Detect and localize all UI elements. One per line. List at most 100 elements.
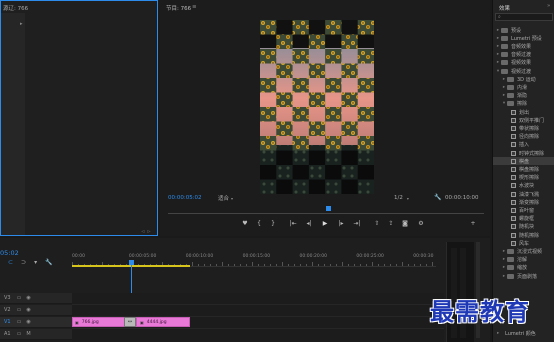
effects-folder[interactable]: ▸ 沉浸式视频: [493, 247, 554, 255]
program-monitor-tab[interactable]: 节目: 766: [166, 4, 191, 12]
eye-icon[interactable]: ◉: [26, 319, 30, 325]
effects-folder[interactable]: ▸ 音频效果: [493, 42, 554, 50]
effect-icon: [511, 199, 516, 205]
program-menu-icon[interactable]: ≡: [192, 4, 197, 10]
eye-icon[interactable]: ◉: [26, 307, 30, 313]
effect-icon: [511, 158, 516, 164]
effect-icon: [511, 207, 516, 213]
quality-dropdown[interactable]: 1/2 ▾: [394, 194, 424, 202]
effects-folder[interactable]: ▸ 缩放: [493, 264, 554, 272]
timeline-settings-icon[interactable]: 🔧: [45, 259, 52, 267]
lock-icon[interactable]: ▭: [17, 331, 22, 337]
linked-select-icon[interactable]: ⊃: [21, 259, 26, 267]
effect-item[interactable]: 插入: [493, 141, 554, 149]
program-scrub-bar[interactable]: [168, 206, 484, 214]
wrench-icon[interactable]: 🔧: [434, 194, 441, 201]
track-header-v1[interactable]: V1 ▭ ◉: [0, 317, 72, 328]
lumetri-color-tab[interactable]: Lumetri 颜色: [505, 330, 536, 337]
track-header-v3[interactable]: V3 ▭ ◉: [0, 293, 72, 304]
effect-item[interactable]: 水波块: [493, 182, 554, 190]
settings-icon[interactable]: ⚙: [416, 220, 426, 227]
ruler-tick: [408, 264, 409, 266]
effect-item[interactable]: 带状擦除: [493, 124, 554, 132]
effect-item[interactable]: 楔形擦除: [493, 174, 554, 182]
lock-icon[interactable]: ▭: [17, 295, 22, 301]
effects-folder[interactable]: ▾ 擦除: [493, 100, 554, 108]
effects-folder[interactable]: ▾ 视频过渡: [493, 67, 554, 75]
mute-icon[interactable]: M: [26, 331, 30, 337]
step-back-icon[interactable]: ◂|: [304, 220, 314, 227]
folder-icon: [501, 27, 508, 33]
lift-icon[interactable]: ⇧: [372, 220, 382, 227]
go-to-out-icon[interactable]: ⇥|: [352, 220, 362, 227]
snap-icon[interactable]: ⊂: [8, 259, 13, 267]
add-marker-icon[interactable]: ▾: [34, 259, 37, 267]
clip-766[interactable]: ▣ 766.jpg: [72, 317, 130, 327]
step-forward-icon[interactable]: |▸: [336, 220, 346, 227]
ruler-tick: [312, 262, 313, 266]
effects-folder[interactable]: ▸ 溶解: [493, 256, 554, 264]
expand-arrow-icon[interactable]: ▸: [20, 21, 23, 27]
effect-item[interactable]: 渐变擦除: [493, 198, 554, 206]
add-button-icon[interactable]: +: [468, 220, 478, 227]
effect-item[interactable]: 棋盘擦除: [493, 165, 554, 173]
clip-4444[interactable]: ▣ 4444.jpg: [136, 317, 190, 327]
ruler-tick: [192, 262, 193, 266]
camera-icon[interactable]: ◙: [400, 220, 410, 227]
effect-item[interactable]: 百叶窗: [493, 206, 554, 214]
fit-dropdown[interactable]: 适合 ▾: [218, 194, 246, 203]
eye-icon[interactable]: ◉: [26, 295, 30, 301]
effects-folder[interactable]: ▸ 渐隐: [493, 92, 554, 100]
play-icon[interactable]: ▶: [320, 220, 330, 227]
ruler-tick: [414, 264, 415, 266]
effect-item[interactable]: 双侧平推门: [493, 116, 554, 124]
effect-item[interactable]: 随机擦除: [493, 231, 554, 239]
transition-checkerboard[interactable]: ↔: [124, 317, 136, 327]
scroll-indicator-icon[interactable]: ⊲ ⊳: [141, 229, 151, 235]
effect-item[interactable]: 风车: [493, 239, 554, 247]
mark-out-icon[interactable]: }: [268, 220, 278, 227]
ruler-tick: [384, 264, 385, 266]
effects-folder[interactable]: ▸ 预设: [493, 26, 554, 34]
effect-item[interactable]: 时钟式擦除: [493, 149, 554, 157]
marker-icon[interactable]: ♥: [240, 220, 250, 227]
effects-search-box[interactable]: ⌕: [495, 13, 553, 21]
effects-tab[interactable]: 效果: [499, 4, 510, 12]
effect-icon: [511, 216, 516, 222]
timeline-timecode[interactable]: 05:02: [0, 249, 19, 257]
track-header-v2[interactable]: V2 ▭ ◉: [0, 305, 72, 316]
search-input[interactable]: [500, 14, 549, 20]
track-header-a1[interactable]: A1 ▭ M: [0, 329, 72, 340]
go-to-in-icon[interactable]: |⇤: [288, 220, 298, 227]
folder-icon: [501, 35, 508, 41]
extract-icon[interactable]: ⇪: [386, 220, 396, 227]
effect-item[interactable]: 随机块: [493, 223, 554, 231]
effect-label: 插入: [519, 142, 530, 149]
checker-square: [325, 78, 342, 93]
lock-icon[interactable]: ▭: [17, 307, 22, 313]
effect-item[interactable]: 径向擦除: [493, 133, 554, 141]
checker-square: [292, 49, 309, 64]
effects-menu-icon[interactable]: »: [547, 3, 550, 9]
mark-in-icon[interactable]: {: [254, 220, 264, 227]
timeline-panel: 05:02 ⊂ ⊃ ▾ 🔧 00:00 00:00:05:00 00:00:10:0…: [0, 238, 490, 342]
effect-item[interactable]: 油漆飞溅: [493, 190, 554, 198]
program-current-timecode[interactable]: 00:00:05:02: [168, 195, 202, 201]
effect-item[interactable]: 螺旋框: [493, 215, 554, 223]
effects-folder[interactable]: ▸ Lumetri 预设: [493, 34, 554, 42]
ruler-tick: [396, 264, 397, 266]
playhead-marker[interactable]: [326, 206, 331, 211]
effects-folder[interactable]: ▸ 内滑: [493, 83, 554, 91]
effects-folder[interactable]: ▸ 页面剥落: [493, 272, 554, 280]
lock-icon[interactable]: ▭: [17, 319, 22, 325]
ruler-tick: [306, 264, 307, 266]
effect-item[interactable]: 棋盘: [493, 157, 554, 166]
effects-folder[interactable]: ▸ 视频效果: [493, 59, 554, 67]
effect-item[interactable]: 划出: [493, 108, 554, 116]
source-monitor-tab[interactable]: 源辽: 766: [3, 4, 28, 12]
effects-folder[interactable]: ▸ 3D 运动: [493, 75, 554, 83]
effect-label: 棋盘擦除: [519, 166, 540, 173]
checker-square: [357, 20, 374, 35]
effects-collapse-icon[interactable]: ▸: [497, 331, 499, 336]
effects-folder[interactable]: ▸ 音频过渡: [493, 51, 554, 59]
